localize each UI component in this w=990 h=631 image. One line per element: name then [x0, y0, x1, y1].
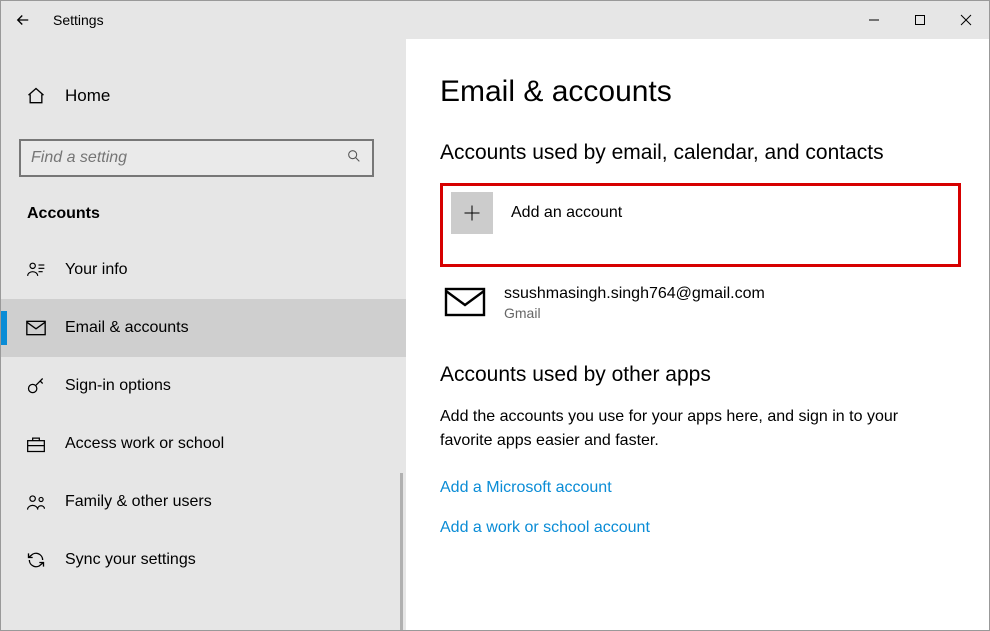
account-provider: Gmail — [504, 305, 765, 321]
nav-label: Email & accounts — [65, 319, 189, 337]
mail-icon — [25, 317, 47, 339]
minimize-icon — [868, 14, 880, 26]
nav-list: Your info Email & accounts Sign-in optio… — [1, 241, 406, 589]
envelope-icon — [444, 287, 486, 319]
add-account-label: Add an account — [511, 204, 622, 222]
nav-label: Sync your settings — [65, 551, 196, 569]
back-button[interactable] — [1, 1, 45, 39]
home-icon — [25, 85, 47, 107]
nav-label: Sign-in options — [65, 377, 171, 395]
account-entry[interactable]: ssushmasingh.singh764@gmail.com Gmail — [444, 285, 961, 321]
sync-icon — [25, 549, 47, 571]
search-input[interactable] — [31, 149, 346, 167]
nav-email-accounts[interactable]: Email & accounts — [1, 299, 406, 357]
close-icon — [960, 14, 972, 26]
arrow-left-icon — [14, 11, 32, 29]
briefcase-icon — [25, 433, 47, 455]
titlebar: Settings — [1, 1, 989, 39]
home-nav[interactable]: Home — [1, 73, 406, 119]
search-box[interactable] — [19, 139, 374, 177]
people-icon — [25, 491, 47, 513]
sidebar: Home Accounts Your info — [1, 39, 406, 630]
page-title: Email & accounts — [440, 75, 961, 109]
nav-family-users[interactable]: Family & other users — [1, 473, 406, 531]
minimize-button[interactable] — [851, 1, 897, 39]
add-account-highlight: Add an account — [440, 183, 961, 267]
content-area: Email & accounts Accounts used by email,… — [406, 39, 989, 630]
user-icon — [25, 259, 47, 281]
body-area: Home Accounts Your info — [1, 39, 989, 630]
section-heading: Accounts used by email, calendar, and co… — [440, 141, 961, 165]
search-icon — [346, 148, 362, 169]
nav-access-work-school[interactable]: Access work or school — [1, 415, 406, 473]
section-description: Add the accounts you use for your apps h… — [440, 405, 950, 453]
plus-icon — [451, 192, 493, 234]
maximize-button[interactable] — [897, 1, 943, 39]
add-account-button[interactable]: Add an account — [451, 192, 950, 234]
nav-label: Family & other users — [65, 493, 212, 511]
nav-label: Your info — [65, 261, 128, 279]
app-title: Settings — [53, 12, 104, 28]
nav-label: Access work or school — [65, 435, 224, 453]
account-email: ssushmasingh.singh764@gmail.com — [504, 285, 765, 303]
account-info: ssushmasingh.singh764@gmail.com Gmail — [504, 285, 765, 321]
settings-window: Settings Home Accoun — [0, 0, 990, 631]
home-label: Home — [65, 86, 110, 106]
nav-signin-options[interactable]: Sign-in options — [1, 357, 406, 415]
section-heading: Accounts used by other apps — [440, 363, 961, 387]
section-title: Accounts — [27, 205, 406, 223]
nav-sync-settings[interactable]: Sync your settings — [1, 531, 406, 589]
search-container — [19, 139, 388, 177]
add-microsoft-account-link[interactable]: Add a Microsoft account — [440, 479, 961, 497]
maximize-icon — [914, 14, 926, 26]
close-button[interactable] — [943, 1, 989, 39]
window-controls — [851, 1, 989, 39]
nav-your-info[interactable]: Your info — [1, 241, 406, 299]
add-work-school-account-link[interactable]: Add a work or school account — [440, 519, 961, 537]
key-icon — [25, 375, 47, 397]
